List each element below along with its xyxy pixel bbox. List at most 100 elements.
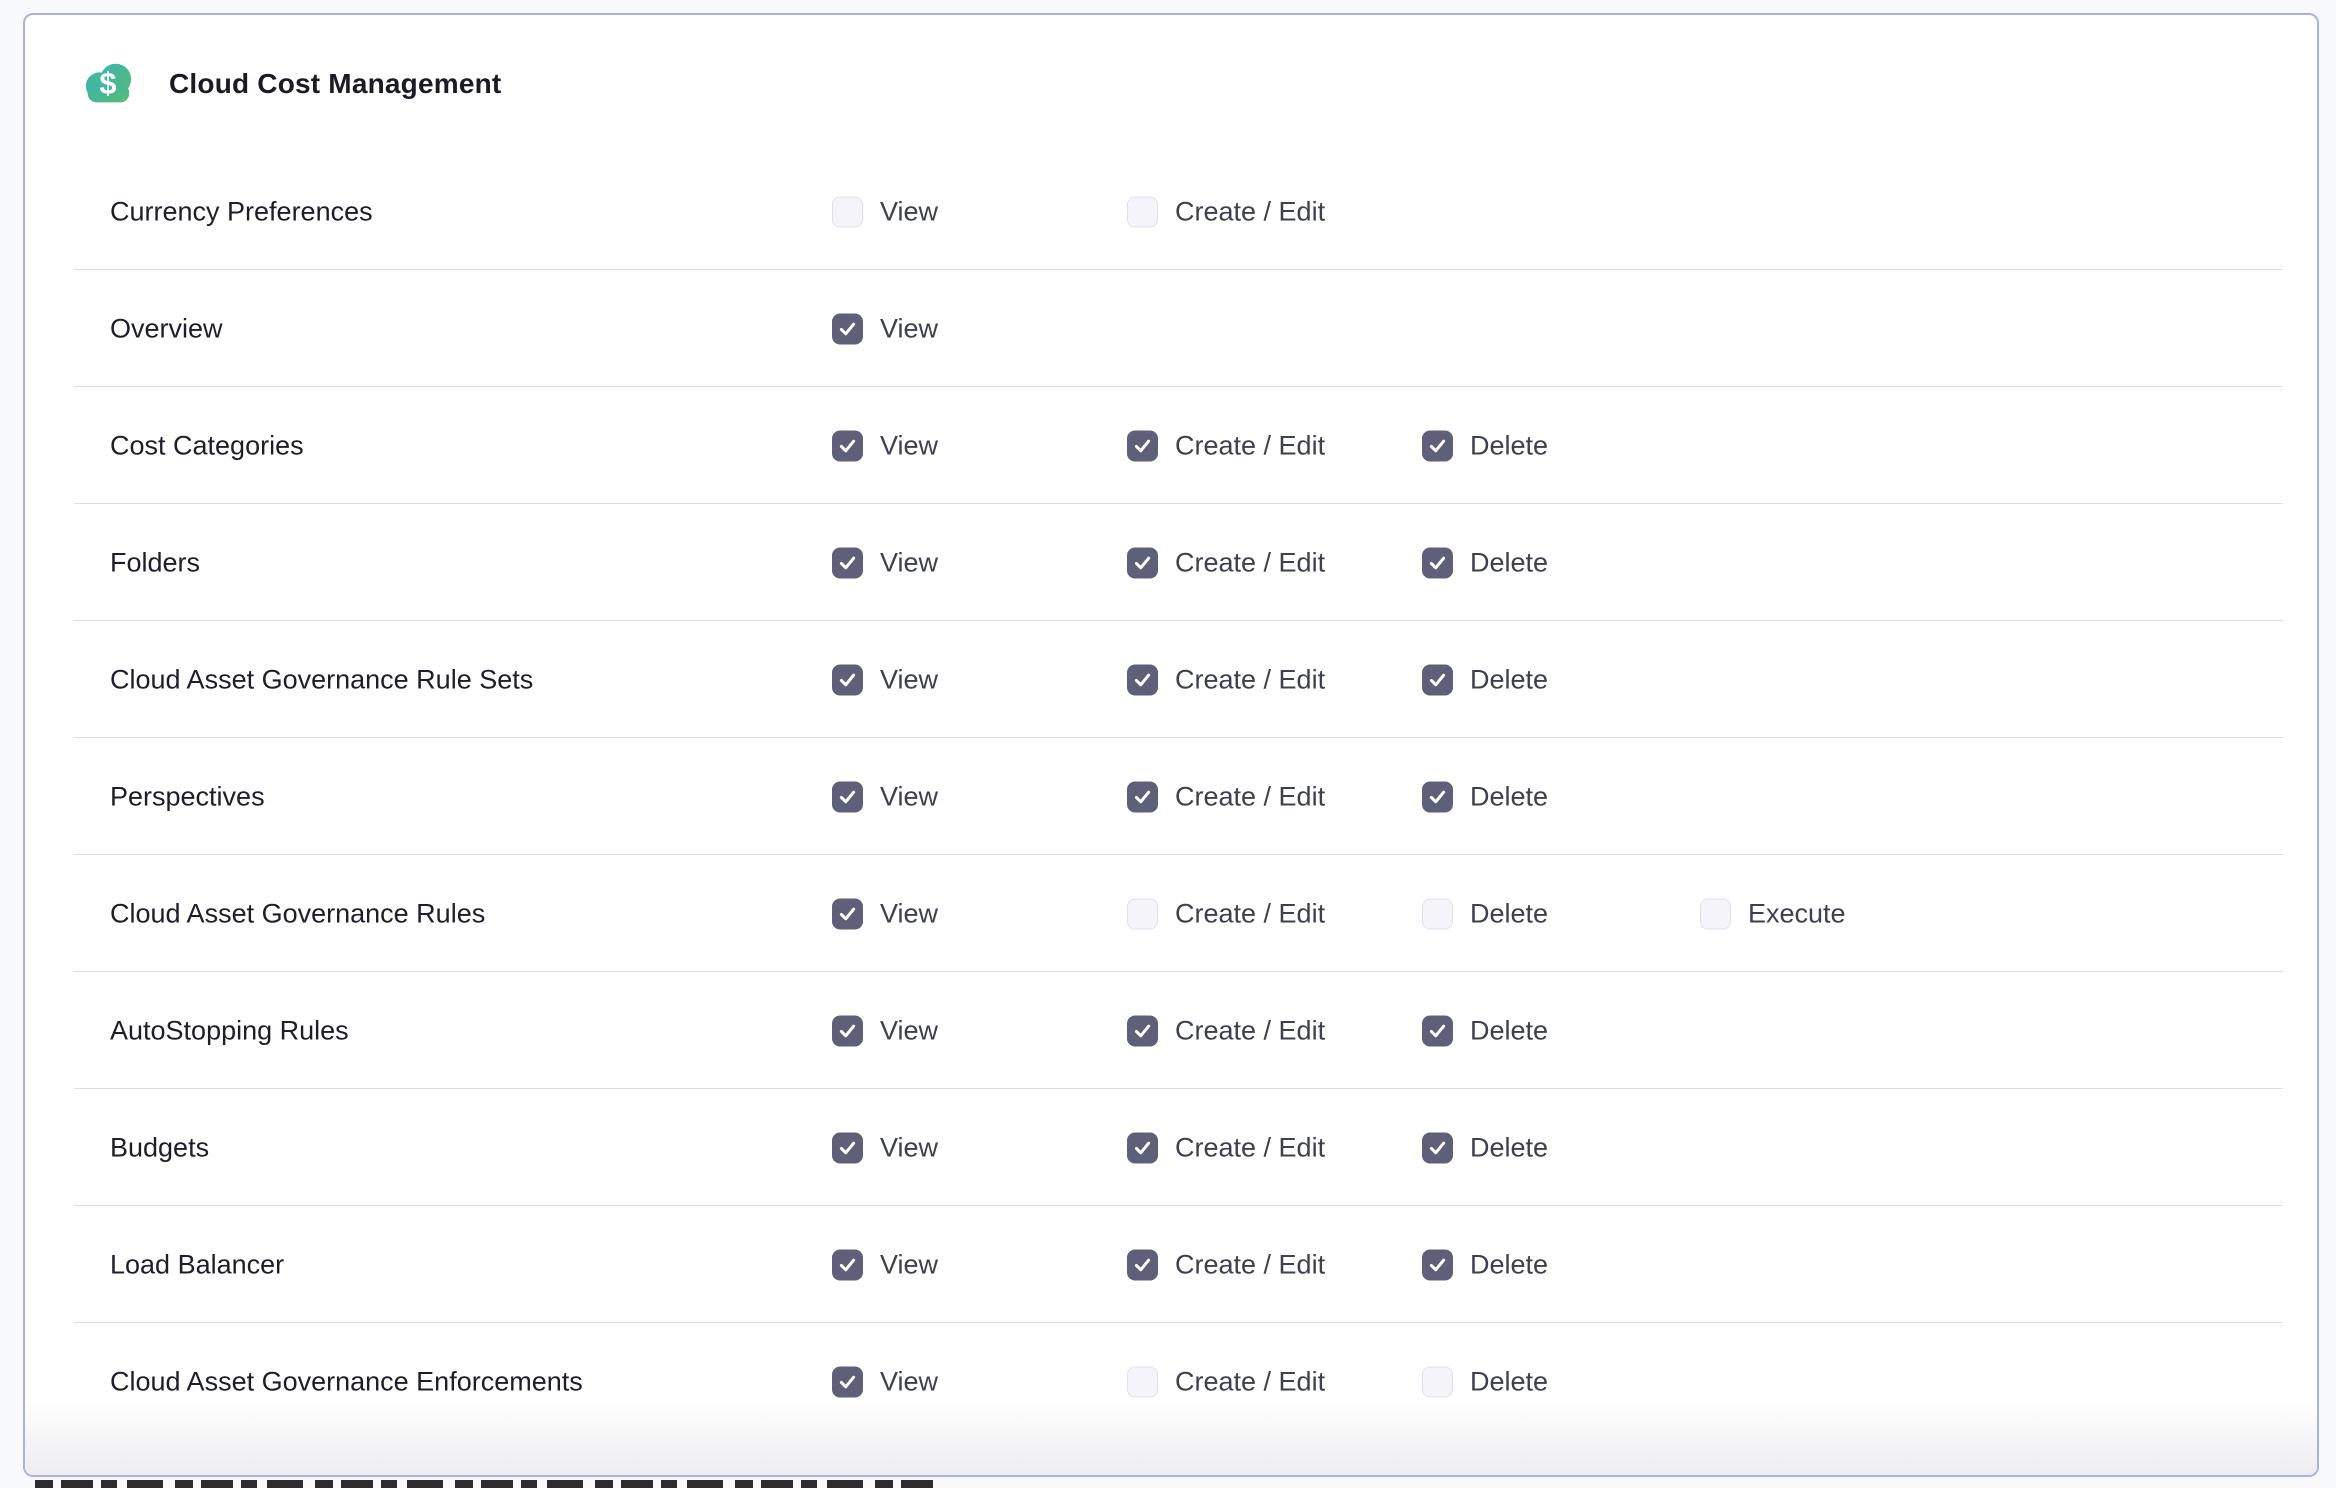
permission-checkbox-view[interactable]: View: [832, 1132, 938, 1163]
permission-row: Load Balancer View Create / Edit Delete: [25, 1206, 2317, 1323]
checkbox[interactable]: [1422, 898, 1453, 929]
checkbox-label: View: [880, 313, 938, 344]
checkbox-label: View: [880, 1366, 938, 1397]
permission-row: Budgets View Create / Edit Delete: [25, 1089, 2317, 1206]
permission-checkbox-delete[interactable]: Delete: [1422, 1015, 1548, 1046]
checkbox[interactable]: [1127, 664, 1158, 695]
checkbox-label: Create / Edit: [1175, 547, 1325, 578]
permission-checkbox-create-edit[interactable]: Create / Edit: [1127, 781, 1325, 812]
permission-checkbox-delete[interactable]: Delete: [1422, 781, 1548, 812]
permission-row: Cloud Asset Governance Enforcements View…: [25, 1323, 2317, 1440]
permission-checkbox-create-edit[interactable]: Create / Edit: [1127, 1249, 1325, 1280]
checkbox[interactable]: [1127, 1015, 1158, 1046]
checkbox[interactable]: [832, 1132, 863, 1163]
checkbox-label: Delete: [1470, 1015, 1548, 1046]
resource-label: Folders: [110, 547, 200, 578]
checkbox-label: Delete: [1470, 1132, 1548, 1163]
checkbox[interactable]: [832, 313, 863, 344]
permission-checkbox-view[interactable]: View: [832, 547, 938, 578]
checkbox[interactable]: [1422, 1366, 1453, 1397]
checkmark-icon: [837, 669, 858, 690]
checkbox[interactable]: [1127, 781, 1158, 812]
checkbox[interactable]: [1422, 781, 1453, 812]
checkbox-label: View: [880, 430, 938, 461]
checkmark-icon: [1132, 1020, 1153, 1041]
checkbox-label: Create / Edit: [1175, 1366, 1325, 1397]
checkbox[interactable]: [832, 664, 863, 695]
permission-row: Cloud Asset Governance Rules View Create…: [25, 855, 2317, 972]
checkmark-icon: [1132, 669, 1153, 690]
permission-checkbox-create-edit[interactable]: Create / Edit: [1127, 898, 1325, 929]
permission-checkbox-execute[interactable]: Execute: [1700, 898, 1846, 929]
checkmark-icon: [837, 1371, 858, 1392]
permission-checkbox-delete[interactable]: Delete: [1422, 664, 1548, 695]
permission-checkbox-create-edit[interactable]: Create / Edit: [1127, 1132, 1325, 1163]
checkbox[interactable]: [1127, 898, 1158, 929]
permission-checkbox-delete[interactable]: Delete: [1422, 1132, 1548, 1163]
resource-label: Budgets: [110, 1132, 209, 1163]
permission-checkbox-delete[interactable]: Delete: [1422, 1249, 1548, 1280]
checkbox[interactable]: [1422, 1249, 1453, 1280]
resource-label: Cloud Asset Governance Rule Sets: [110, 664, 533, 695]
module-header: $ Cloud Cost Management: [25, 15, 2317, 153]
permission-checkbox-view[interactable]: View: [832, 430, 938, 461]
checkbox-label: Delete: [1470, 898, 1548, 929]
checkbox[interactable]: [832, 1015, 863, 1046]
permission-checkbox-delete[interactable]: Delete: [1422, 430, 1548, 461]
checkbox[interactable]: [1127, 430, 1158, 461]
cloud-dollar-icon: $: [77, 57, 139, 111]
checkbox-label: Delete: [1470, 664, 1548, 695]
checkbox[interactable]: [1127, 1249, 1158, 1280]
permission-checkbox-view[interactable]: View: [832, 664, 938, 695]
checkbox[interactable]: [1422, 430, 1453, 461]
checkbox[interactable]: [832, 196, 863, 227]
permission-checkbox-create-edit[interactable]: Create / Edit: [1127, 196, 1325, 227]
permission-checkbox-delete[interactable]: Delete: [1422, 898, 1548, 929]
checkbox[interactable]: [832, 430, 863, 461]
checkbox[interactable]: [1422, 1015, 1453, 1046]
permission-checkbox-view[interactable]: View: [832, 313, 938, 344]
checkmark-icon: [1427, 1020, 1448, 1041]
checkbox-label: View: [880, 898, 938, 929]
module-title: Cloud Cost Management: [169, 68, 501, 100]
permission-checkbox-delete[interactable]: Delete: [1422, 547, 1548, 578]
checkbox[interactable]: [832, 781, 863, 812]
permission-checkbox-view[interactable]: View: [832, 898, 938, 929]
permission-checkbox-view[interactable]: View: [832, 1366, 938, 1397]
checkmark-icon: [837, 786, 858, 807]
checkbox[interactable]: [1127, 547, 1158, 578]
resource-label: Cloud Asset Governance Rules: [110, 898, 485, 929]
resource-label: Overview: [110, 313, 223, 344]
permission-checkbox-create-edit[interactable]: Create / Edit: [1127, 664, 1325, 695]
permission-checkbox-create-edit[interactable]: Create / Edit: [1127, 1015, 1325, 1046]
checkmark-icon: [1427, 435, 1448, 456]
checkbox[interactable]: [832, 1249, 863, 1280]
permission-row: Cloud Asset Governance Rule Sets View Cr…: [25, 621, 2317, 738]
checkbox[interactable]: [1422, 547, 1453, 578]
permission-checkbox-create-edit[interactable]: Create / Edit: [1127, 547, 1325, 578]
checkbox-label: Create / Edit: [1175, 1249, 1325, 1280]
checkbox[interactable]: [1700, 898, 1731, 929]
permission-checkbox-view[interactable]: View: [832, 196, 938, 227]
checkbox-label: Delete: [1470, 547, 1548, 578]
checkbox-label: Delete: [1470, 781, 1548, 812]
resource-label: Perspectives: [110, 781, 265, 812]
checkbox[interactable]: [832, 1366, 863, 1397]
checkbox[interactable]: [1127, 1366, 1158, 1397]
checkmark-icon: [1132, 552, 1153, 573]
permission-checkbox-view[interactable]: View: [832, 1249, 938, 1280]
checkbox[interactable]: [1422, 1132, 1453, 1163]
permission-checkbox-view[interactable]: View: [832, 781, 938, 812]
permission-checkbox-delete[interactable]: Delete: [1422, 1366, 1548, 1397]
checkbox[interactable]: [832, 547, 863, 578]
checkbox-label: View: [880, 547, 938, 578]
permission-checkbox-create-edit[interactable]: Create / Edit: [1127, 430, 1325, 461]
permission-checkbox-create-edit[interactable]: Create / Edit: [1127, 1366, 1325, 1397]
permission-checkbox-view[interactable]: View: [832, 1015, 938, 1046]
checkbox[interactable]: [1422, 664, 1453, 695]
checkbox[interactable]: [832, 898, 863, 929]
checkbox[interactable]: [1127, 196, 1158, 227]
checkmark-icon: [837, 1254, 858, 1275]
checkbox[interactable]: [1127, 1132, 1158, 1163]
checkbox-label: View: [880, 196, 938, 227]
